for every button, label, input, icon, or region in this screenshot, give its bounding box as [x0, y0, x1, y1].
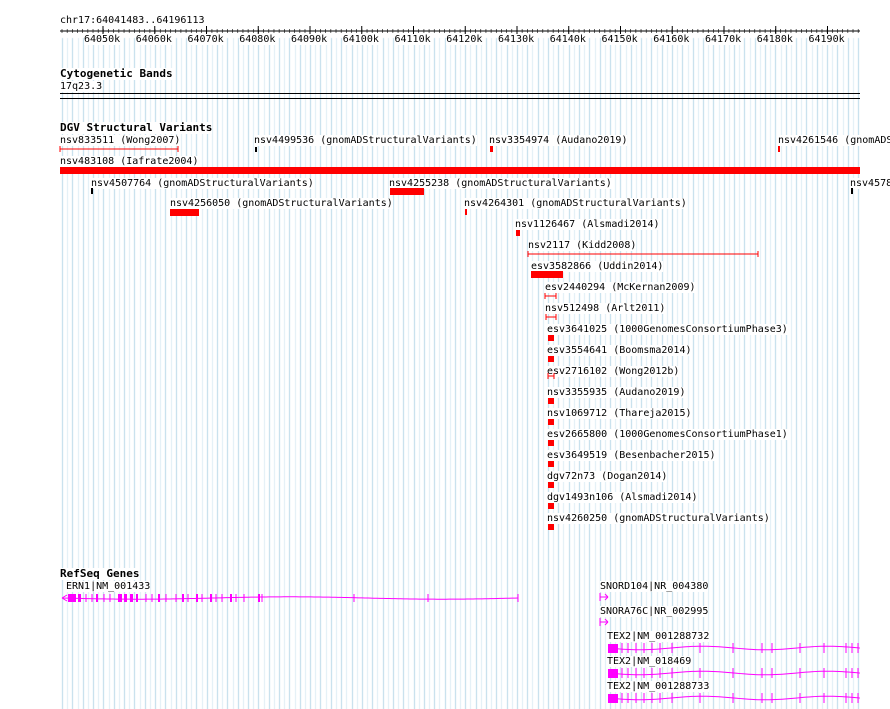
gene-ern1-exon[interactable] — [230, 594, 232, 602]
variant-bar[interactable] — [548, 356, 554, 362]
gene-ern1-exon[interactable] — [258, 594, 260, 602]
gene-ern1-exon[interactable] — [210, 594, 212, 602]
feature-glyphs — [59, 146, 861, 703]
gene-ern1-arrowhead — [61, 594, 68, 599]
gene-ern1-exon[interactable] — [136, 594, 138, 602]
variant-bar-nsv1126467[interactable] — [516, 230, 520, 236]
gene-tex2-1-exon[interactable] — [608, 669, 618, 678]
variant-bar[interactable] — [548, 524, 554, 530]
variant-bar[interactable] — [548, 482, 554, 488]
gene-ern1-exon[interactable] — [68, 594, 76, 602]
gene-ern1-exon[interactable] — [196, 594, 198, 602]
gene-tex2-0-intron-line — [607, 645, 861, 651]
variant-bar[interactable] — [548, 461, 554, 467]
gene-tex2-0-exon[interactable] — [608, 644, 618, 653]
variant-bar-nsv4261546[interactable] — [778, 146, 780, 152]
gene-ern1-exon[interactable] — [78, 594, 81, 602]
gene-ern1-exon[interactable] — [158, 594, 160, 602]
gene-ern1-exon[interactable] — [182, 594, 184, 602]
gene-ern1-exon[interactable] — [130, 594, 133, 602]
gene-tex2-2-intron-line — [607, 695, 861, 701]
variant-bar[interactable] — [548, 419, 554, 425]
variant-bar-nsv4255238[interactable] — [390, 188, 424, 195]
variant-bar-nsv3354974[interactable] — [490, 146, 493, 152]
variant-bar-esv3582866[interactable] — [531, 271, 563, 278]
variant-mark-nsv4499536[interactable] — [255, 147, 257, 152]
variant-mark-nsv4507764[interactable] — [91, 188, 93, 194]
gene-ern1-exon[interactable] — [96, 594, 98, 602]
gene-ern1-exon[interactable] — [118, 594, 122, 602]
variant-bar[interactable] — [548, 503, 554, 509]
variant-bar-nsv4256050[interactable] — [170, 209, 199, 216]
variant-bar[interactable] — [548, 440, 554, 446]
gene-ern1-exon[interactable] — [124, 594, 127, 602]
gene-tex2-2-exon[interactable] — [608, 694, 618, 703]
variant-bar[interactable] — [548, 335, 554, 341]
variant-bar-nsv483108[interactable] — [60, 167, 860, 174]
variant-mark-nsv4578[interactable] — [851, 188, 853, 194]
variant-bar-nsv4264301[interactable] — [465, 209, 467, 215]
gene-tex2-1-intron-line — [607, 670, 861, 676]
variant-bar[interactable] — [548, 398, 554, 404]
